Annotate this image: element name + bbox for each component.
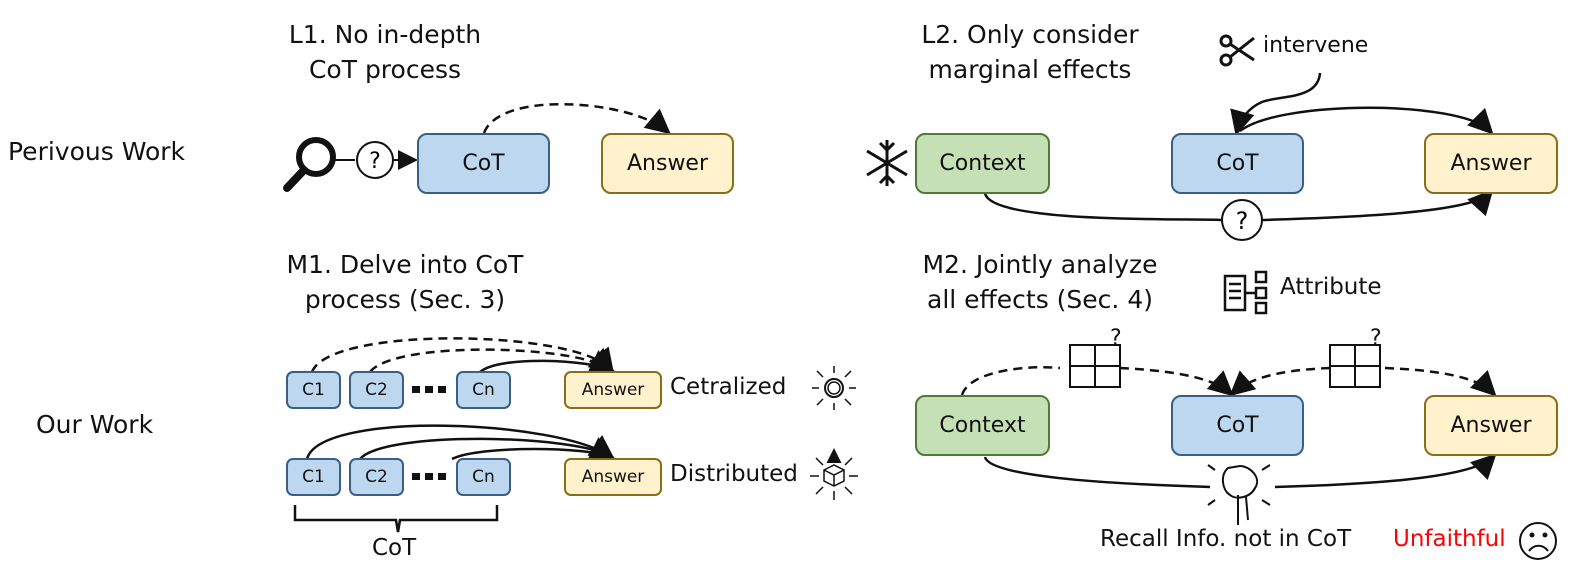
l1-title-line2: CoT process — [308, 55, 462, 84]
recall-label: Recall Info. not in CoT — [1100, 526, 1352, 552]
m1-title-line2: process (Sec. 3) — [304, 285, 506, 314]
m2-context-node: Context — [915, 395, 1050, 456]
distributed-label: Distributed — [670, 461, 798, 487]
m1-centralized-answer: Answer — [564, 371, 662, 409]
l1-answer-node: Answer — [601, 133, 734, 194]
l2-title: L2. Only consider marginal effects — [900, 17, 1160, 87]
unfaithful-label: Unfaithful — [1393, 526, 1506, 552]
sad-face-icon — [1519, 522, 1557, 560]
intervene-label: intervene — [1263, 33, 1369, 58]
m1-centralized-step-c2: C2 — [349, 371, 404, 409]
attribute-icon — [1223, 270, 1268, 315]
centralized-label: Cetralized — [670, 374, 787, 400]
l2-answer-node: Answer — [1424, 133, 1558, 194]
puzzle-question-icon: ? — [1329, 326, 1382, 388]
cot-brace-label: CoT — [372, 535, 417, 561]
m1-distributed-step-c2: C2 — [349, 458, 404, 496]
m1-title: M1. Delve into CoT process (Sec. 3) — [265, 247, 545, 317]
question-icon: ? — [356, 141, 394, 179]
m1-distributed-answer: Answer — [564, 458, 662, 496]
m2-title: M2. Jointly analyze all effects (Sec. 4) — [895, 247, 1185, 317]
scissors-icon — [1219, 34, 1255, 67]
m2-cot-node: CoT — [1171, 395, 1304, 456]
cot-to-answer-dashed-arrow — [482, 102, 671, 135]
l1-title-line1: L1. No in-depth — [288, 20, 482, 49]
l2-title-line1: L2. Only consider — [921, 20, 1139, 49]
m2-title-line1: M2. Jointly analyze — [922, 250, 1158, 279]
m2-title-line2: all effects (Sec. 4) — [927, 285, 1153, 314]
m1-centralized-step-c1: C1 — [286, 371, 341, 409]
svg-text:?: ? — [369, 149, 381, 174]
svg-text:?: ? — [1370, 326, 1382, 351]
m1-distributed-step-c1: C1 — [286, 458, 341, 496]
l2-cot-node: CoT — [1171, 133, 1304, 194]
l2-title-line2: marginal effects — [928, 55, 1132, 84]
l2-context-node: Context — [915, 133, 1050, 194]
snowflake-icon — [866, 140, 908, 186]
svg-text:?: ? — [1110, 326, 1122, 351]
m1-centralized-step-cn: Cn — [456, 371, 511, 409]
puzzle-hand-icon — [1207, 464, 1271, 525]
magnifier-icon — [283, 137, 336, 192]
question-icon: ? — [1221, 199, 1263, 241]
centralized-icon — [812, 366, 856, 410]
distributed-icon — [810, 448, 858, 500]
svg-text:?: ? — [1236, 207, 1249, 235]
m1-distributed-step-cn: Cn — [456, 458, 511, 496]
m1-title-line1: M1. Delve into CoT — [286, 250, 524, 279]
cot-brace — [293, 505, 499, 533]
row-label-previous-work: Perivous Work — [8, 137, 186, 166]
attribute-label: Attribute — [1280, 274, 1382, 300]
ellipsis-dots — [412, 386, 446, 480]
puzzle-question-icon: ? — [1069, 326, 1122, 388]
m2-answer-node: Answer — [1424, 395, 1558, 456]
row-label-our-work: Our Work — [36, 410, 154, 439]
l1-title: L1. No in-depth CoT process — [270, 17, 500, 87]
l1-cot-node: CoT — [417, 133, 550, 194]
